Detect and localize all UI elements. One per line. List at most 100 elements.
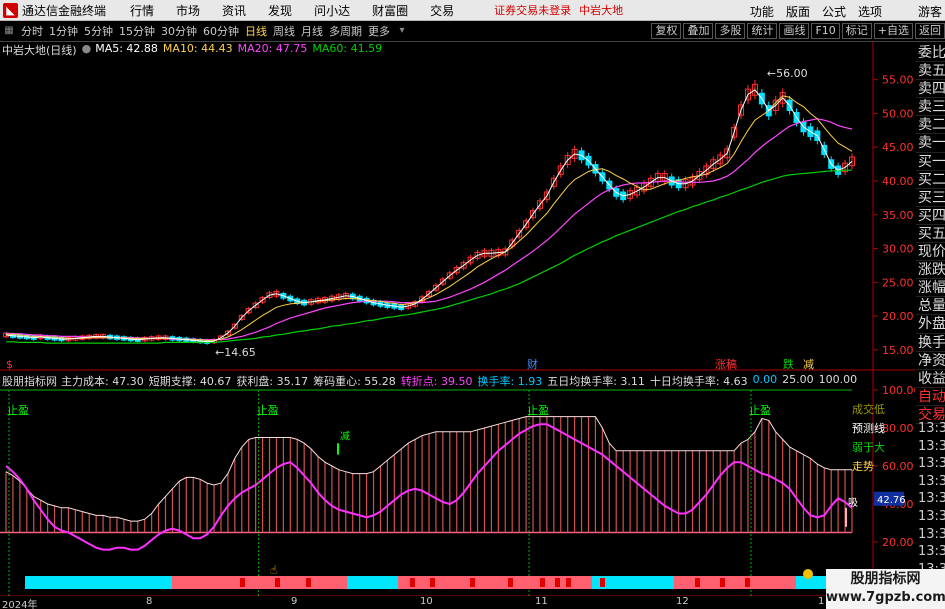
right-menu-item-0[interactable]: 功能 <box>750 3 774 20</box>
ind-field-10: 100.00 <box>818 373 858 386</box>
app-logo-icon: ◣ <box>3 2 18 18</box>
ind-field-1: 短期支撑: 40.67 <box>148 375 232 388</box>
side-menu-item-8[interactable]: 买三 <box>916 189 945 207</box>
period-8[interactable]: 月线 <box>298 23 326 40</box>
side-menu-item-6[interactable]: 买一 <box>916 153 945 171</box>
menu-grid-icon[interactable]: ▦ <box>2 24 16 38</box>
ind-legend-1: 预测线 <box>852 421 885 435</box>
mouse-cursor-icon: ☝ <box>270 563 277 577</box>
sell-signal-label: 减 <box>340 430 350 442</box>
ind-field-6: 五日均换手率: 3.11 <box>547 375 645 388</box>
period-0[interactable]: 分时 <box>18 23 46 40</box>
side-menu-item-18[interactable]: 收益 <box>916 370 945 388</box>
login-status[interactable]: 证券交易未登录 <box>494 2 571 18</box>
side-menu-item-16[interactable]: 换手 <box>916 334 945 352</box>
side-menu-item-9[interactable]: 买四 <box>916 207 945 225</box>
period-7[interactable]: 周线 <box>270 23 298 40</box>
ma60-line <box>6 169 852 344</box>
side-menu-item-5[interactable]: 卖一 <box>916 134 945 153</box>
side-menu-item-14[interactable]: 总量 <box>916 297 945 316</box>
side-menu-item-4[interactable]: 卖二 <box>916 116 945 135</box>
chevron-down-icon[interactable]: ▾ <box>395 24 409 38</box>
toolbar-button-0[interactable]: 复权 <box>651 23 682 39</box>
side-menu-item-19[interactable]: 自动 <box>916 388 945 406</box>
period-6[interactable]: 日线 <box>242 23 270 40</box>
side-menu-item-7[interactable]: 买二 <box>916 171 945 189</box>
main-chart[interactable]: 55.00 50.00 45.00 40.00 35.00 30.00 25.00 20.00… <box>0 42 915 596</box>
menu-item-3[interactable]: 发现 <box>268 2 292 19</box>
side-menu-item-1[interactable]: 卖五 <box>916 62 945 81</box>
trend-band-tick <box>720 578 725 587</box>
toolbar-button-2[interactable]: 多股 <box>715 23 746 39</box>
right-menu-item-3[interactable]: 选项 <box>858 3 882 20</box>
event-marker-1: 财 <box>527 357 538 371</box>
price-tick-label: 55.00 <box>882 74 914 87</box>
side-menu: 委比 卖五 卖四 卖三 卖二 卖一 买一 买二 买三 买四 买五 现价 涨跌 涨幅 总量 外盘 换手 净资 收益 自动… <box>916 44 945 424</box>
ma-legend-3: MA60: 41.59 <box>312 42 383 55</box>
toolbar-button-3[interactable]: 统计 <box>747 23 778 39</box>
event-marker-0: $ <box>6 358 13 371</box>
menu-item-1[interactable]: 市场 <box>176 2 200 19</box>
stop-signal-label: 止盈 <box>527 404 549 417</box>
indicator-name: 股朋指标网 <box>2 375 57 388</box>
toolbar-button-7[interactable]: +自选 <box>873 23 913 39</box>
settings-gear-icon[interactable]: ● <box>82 42 92 56</box>
candles <box>3 80 855 345</box>
side-menu-item-10[interactable]: 买五 <box>916 225 945 244</box>
side-time-2: 13:34 <box>918 456 945 472</box>
period-9[interactable]: 多周期 <box>326 23 365 40</box>
event-marker-4: 减 <box>803 358 814 371</box>
time-label-2: 9 <box>291 596 298 607</box>
right-menu-item-1[interactable]: 版面 <box>786 3 810 20</box>
trend-band-tick <box>566 578 571 587</box>
guest-label[interactable]: 游客 <box>918 3 942 20</box>
time-label-6: 1 <box>818 596 825 607</box>
period-4[interactable]: 30分钟 <box>158 23 200 40</box>
side-menu-item-17[interactable]: 净资 <box>916 352 945 370</box>
ind-field-8: 0.00 <box>752 373 778 386</box>
trend-band-segment <box>674 576 796 589</box>
period-toolbar: ▦ 分时 1分钟 5分钟 15分钟 30分钟 60分钟 日线 周线 月线 多周期 更多 ▾ 复权 叠加 多股统… <box>0 21 945 42</box>
stop-signal-label: 止盈 <box>257 404 279 417</box>
watermark-line1: 股朋指标网 <box>850 571 921 587</box>
menu-item-6[interactable]: 交易 <box>430 2 454 19</box>
price-info-bar: 中岩大地(日线) ● MA5: 42.88 MA10: 44.43 MA20: 47.… <box>2 42 392 57</box>
price-tick-label: 40.00 <box>882 175 914 188</box>
menu-item-4[interactable]: 问小达 <box>314 2 350 19</box>
menu-item-0[interactable]: 行情 <box>130 2 154 19</box>
toolbar-button-4[interactable]: 画线 <box>779 23 810 39</box>
time-label-0: 2024年 <box>2 600 38 609</box>
trend-band-tick <box>600 578 605 587</box>
trend-band-segment <box>172 576 347 589</box>
period-10[interactable]: 更多 <box>365 23 393 40</box>
side-menu-item-3[interactable]: 卖三 <box>916 98 945 117</box>
side-menu-item-12[interactable]: 涨跌 <box>916 261 945 280</box>
side-menu-item-15[interactable]: 外盘 <box>916 315 945 334</box>
side-menu-item-13[interactable]: 涨幅 <box>916 279 945 298</box>
side-menu-item-0[interactable]: 委比 <box>916 44 945 63</box>
period-3[interactable]: 15分钟 <box>116 23 158 40</box>
toolbar-button-1[interactable]: 叠加 <box>683 23 714 39</box>
toolbar-button-6[interactable]: 标记 <box>841 23 872 39</box>
period-2[interactable]: 5分钟 <box>81 23 116 40</box>
side-menu-item-2[interactable]: 卖四 <box>916 80 945 99</box>
ma-legend-2: MA20: 47.75 <box>237 42 308 55</box>
time-axis: 2024年 8 9 10 11 12 1 <box>0 596 915 609</box>
toolbar-button-8[interactable]: 返回 <box>915 23 945 39</box>
menu-item-2[interactable]: 资讯 <box>222 2 246 19</box>
side-menu-item-11[interactable]: 现价 <box>916 243 945 262</box>
ind-tick-label: 100.00 <box>882 384 915 397</box>
buy-signal-label: 吸 <box>848 498 858 509</box>
ind-field-2: 获利盘: 35.17 <box>236 375 309 388</box>
period-5[interactable]: 60分钟 <box>200 23 242 40</box>
side-time-4: 13:35 <box>918 491 945 507</box>
time-label-4: 11 <box>535 596 548 607</box>
trend-band-tick <box>745 578 750 587</box>
right-menu-item-2[interactable]: 公式 <box>822 3 846 20</box>
high-label: ←56.00 <box>767 67 808 80</box>
toolbar-button-5[interactable]: F10 <box>811 23 840 39</box>
menu-item-5[interactable]: 财富圈 <box>372 2 408 19</box>
main-menu: 行情 市场 资讯 发现 问小达 财富圈 交易 <box>130 2 476 19</box>
ind-tick-label: 60.00 <box>882 460 914 473</box>
period-1[interactable]: 1分钟 <box>46 23 81 40</box>
